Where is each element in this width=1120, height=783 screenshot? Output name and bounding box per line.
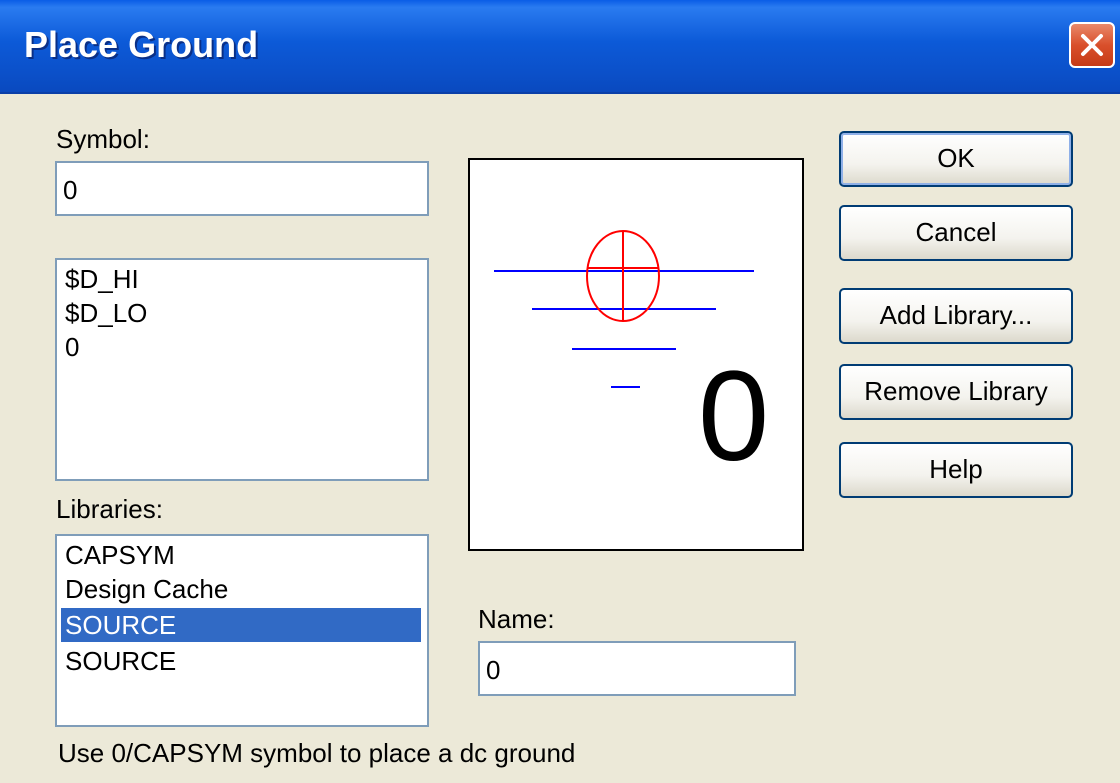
title-bar[interactable]: Place Ground xyxy=(0,0,1120,94)
library-list-item[interactable]: Design Cache xyxy=(61,572,228,606)
status-text: Use 0/CAPSYM symbol to place a dc ground xyxy=(58,738,576,768)
cancel-button[interactable]: Cancel xyxy=(839,205,1073,261)
symbol-list-item[interactable]: 0 xyxy=(61,330,79,364)
symbol-preview: 0 xyxy=(468,158,804,551)
symbol-label: Symbol: xyxy=(56,124,150,154)
preview-symbol-name: 0 xyxy=(698,345,769,488)
close-button[interactable] xyxy=(1069,22,1115,68)
symbol-input[interactable]: 0 xyxy=(55,161,429,216)
help-button[interactable]: Help xyxy=(839,442,1073,498)
remove-library-button[interactable]: Remove Library xyxy=(839,364,1073,420)
window-title: Place Ground xyxy=(24,24,259,65)
symbol-list-item[interactable]: $D_HI xyxy=(61,262,139,296)
origin-marker xyxy=(586,230,660,322)
ground-symbol-graphic: 0 xyxy=(494,230,769,488)
symbol-list[interactable]: $D_HI $D_LO 0 xyxy=(55,258,429,481)
library-list-item-selected[interactable]: SOURCE xyxy=(61,608,421,642)
name-input-value: 0 xyxy=(486,655,501,685)
symbol-list-item[interactable]: $D_LO xyxy=(61,296,147,330)
ok-button[interactable]: OK xyxy=(839,131,1073,187)
libraries-label: Libraries: xyxy=(56,494,163,524)
libraries-list[interactable]: CAPSYM Design Cache SOURCE SOURCE xyxy=(55,534,429,727)
close-icon xyxy=(1081,34,1103,56)
name-input[interactable]: 0 xyxy=(478,641,796,696)
library-list-item[interactable]: SOURCE xyxy=(61,644,176,678)
name-label: Name: xyxy=(478,604,555,634)
add-library-button[interactable]: Add Library... xyxy=(839,288,1073,344)
symbol-input-value: 0 xyxy=(63,175,78,205)
library-list-item[interactable]: CAPSYM xyxy=(61,538,175,572)
place-ground-dialog: Place Ground Symbol: 0 $D_HI $D_LO 0 Lib… xyxy=(0,0,1120,783)
